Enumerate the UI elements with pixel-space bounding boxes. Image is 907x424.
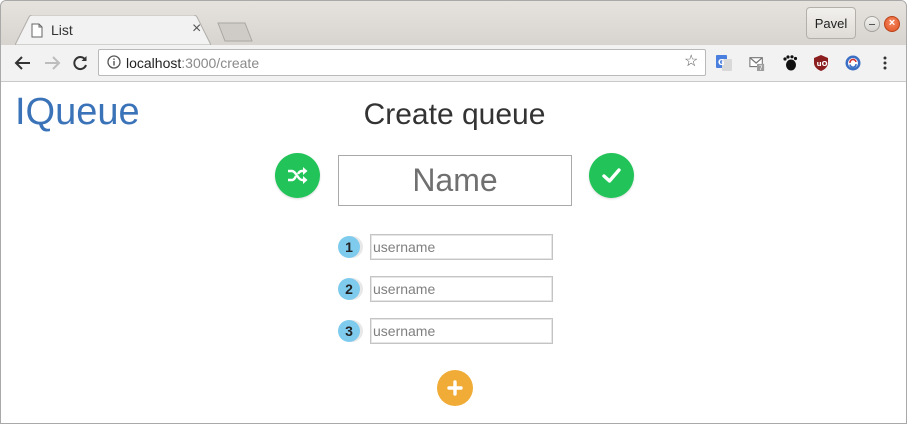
username-input-3[interactable] bbox=[370, 318, 553, 344]
add-user-button[interactable] bbox=[437, 370, 473, 406]
user-number-badge: 3 bbox=[338, 320, 360, 342]
tab-shape bbox=[15, 15, 211, 45]
user-row: 2 bbox=[338, 275, 554, 303]
bookmark-star-icon[interactable]: ☆ bbox=[684, 54, 698, 70]
ublock-icon[interactable]: uO bbox=[813, 55, 829, 71]
svg-text:G: G bbox=[718, 58, 725, 67]
queue-name-input[interactable] bbox=[338, 155, 572, 206]
page-icon bbox=[31, 23, 43, 38]
create-queue-confirm-button[interactable] bbox=[589, 153, 634, 198]
address-bar[interactable]: localhost:3000/create ☆ bbox=[98, 49, 706, 76]
user-row: 3 bbox=[338, 317, 554, 345]
shuffle-icon bbox=[288, 167, 308, 184]
window-close-icon[interactable]: × bbox=[884, 16, 900, 32]
url-text: localhost:3000/create bbox=[126, 55, 259, 71]
tab-close-icon[interactable]: × bbox=[192, 21, 201, 37]
gmail-badge: 7 bbox=[759, 65, 763, 71]
url-host: localhost bbox=[126, 55, 182, 71]
tab-list[interactable]: List × bbox=[15, 15, 211, 45]
tab-title: List bbox=[51, 22, 73, 38]
plus-icon bbox=[447, 380, 463, 396]
user-row: 1 bbox=[338, 233, 554, 261]
back-icon[interactable] bbox=[14, 54, 32, 72]
page-title: Create queue bbox=[363, 98, 546, 131]
refresh-extension-icon[interactable] bbox=[845, 55, 861, 71]
forward-icon[interactable] bbox=[43, 54, 61, 72]
check-icon bbox=[602, 168, 621, 183]
gmail-icon[interactable]: 7 bbox=[749, 55, 765, 71]
browser-toolbar: localhost:3000/create ☆ G 7 uO bbox=[1, 45, 906, 82]
translate-icon[interactable]: G bbox=[716, 55, 732, 71]
url-path: :3000/create bbox=[181, 55, 260, 71]
tab-strip: List × Pavel × bbox=[1, 1, 906, 45]
more-menu-icon[interactable] bbox=[882, 55, 888, 71]
username-input-2[interactable] bbox=[370, 276, 553, 302]
username-input-1[interactable] bbox=[370, 234, 553, 260]
gnome-extension-icon[interactable] bbox=[782, 55, 798, 71]
profile-button[interactable]: Pavel bbox=[806, 7, 856, 39]
brand-logo-link[interactable]: IQueue bbox=[15, 91, 140, 134]
user-number-badge: 2 bbox=[338, 278, 360, 300]
svg-text:uO: uO bbox=[817, 60, 828, 68]
minimize-icon[interactable] bbox=[864, 16, 880, 32]
info-icon[interactable] bbox=[107, 55, 121, 69]
user-number-badge: 1 bbox=[338, 236, 360, 258]
reload-icon[interactable] bbox=[71, 54, 89, 72]
browser-window: List × Pavel × localhost:3000/create ☆ G… bbox=[0, 0, 907, 424]
shuffle-button[interactable] bbox=[275, 153, 320, 198]
page-content: IQueue Create queue 1 2 3 bbox=[1, 82, 906, 423]
new-tab-button[interactable] bbox=[217, 22, 253, 42]
